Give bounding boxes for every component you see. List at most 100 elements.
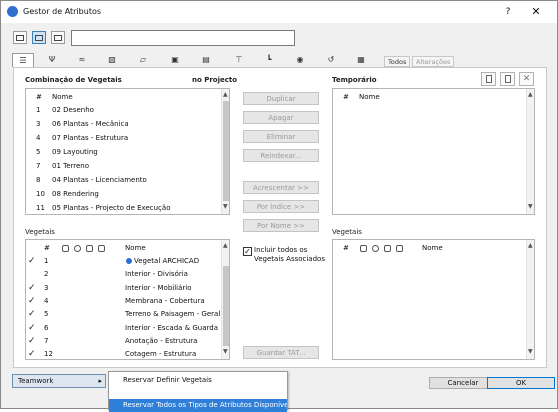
help-button[interactable]: ? [499, 3, 517, 21]
right-eye-icon [372, 245, 379, 252]
view-split-icon[interactable] [32, 31, 46, 44]
temporary-scrollbar[interactable]: ▲ ▼ [526, 89, 534, 214]
temp-col-num-header: # [343, 93, 349, 101]
right-intersection-icon [396, 245, 403, 252]
close-button[interactable]: ✕ [519, 3, 553, 21]
combination-title: Combinação de Vegetais [25, 76, 122, 84]
layer-row[interactable]: Anotação - Estrutura [125, 335, 197, 348]
visible-check-icon[interactable]: ✓ [28, 349, 36, 359]
combination-row-index: 10 [36, 190, 45, 198]
right-layers-col-name-header: Nome [422, 244, 443, 252]
col-num-header: # [36, 93, 42, 101]
combination-row-index: 1 [36, 106, 41, 114]
include-associated-checkbox[interactable]: ✓ [243, 247, 252, 256]
combination-list[interactable]: # Nome 1 02 Desenho 3 06 Plantas - Mecânica… [25, 88, 230, 215]
composite-tab-icon[interactable]: ▱ [132, 53, 154, 67]
visible-check-icon[interactable]: ✓ [28, 256, 36, 266]
visible-check-icon[interactable]: ✓ [28, 336, 36, 346]
right-lock-icon [360, 245, 367, 252]
pen-tab-icon[interactable]: Ψ [41, 53, 63, 67]
layer-row-index: 3 [44, 283, 49, 292]
acrescentar-button[interactable]: Acrescentar >> [243, 181, 319, 194]
right-layers-col-num-header: # [343, 244, 349, 252]
profile-tab-icon[interactable]: ▣ [164, 53, 186, 67]
layers-list[interactable]: # Nome ✓ 1 Vegetal ARCHICAD 2 Interior - Div… [25, 239, 230, 360]
eye-icon [74, 245, 81, 252]
layer-row-index: 6 [44, 323, 49, 332]
por-indice-button[interactable]: Por Índice >> [243, 200, 319, 213]
in-project-label: no Projecto [192, 76, 238, 84]
alteracoes-tab[interactable]: Alterações [412, 56, 455, 67]
teamwork-menu: Reservar Definir Vegetais Reservar Todos… [108, 371, 288, 412]
por-nome-button[interactable]: Por Nome >> [243, 219, 319, 232]
teamwork-button[interactable]: Teamwork ▸ [12, 374, 106, 388]
surface-tab-icon[interactable]: ⊤ [228, 53, 250, 67]
ok-button[interactable]: OK [487, 377, 555, 389]
layer-row-index: 5 [44, 310, 49, 319]
duplicar-button[interactable]: Duplicar [243, 92, 319, 105]
combination-row[interactable]: 02 Desenho [52, 104, 94, 117]
combination-row-index: 8 [36, 176, 41, 184]
combination-row[interactable]: 09 Layouting [52, 146, 98, 159]
layer-row[interactable]: Interior - Escada & Guarda [125, 322, 218, 335]
menu-reserve-all[interactable]: Reservar Todos os Tipos de Atributos Dis… [109, 399, 287, 412]
combination-row[interactable]: 08 Rendering [52, 188, 99, 201]
layer-row-index: 7 [44, 336, 49, 345]
combination-row[interactable]: 06 Plantas - Mecânica [52, 118, 129, 131]
combination-row[interactable]: 07 Plantas - Estrutura [52, 132, 128, 145]
building-material-tab-icon[interactable]: ▤ [195, 53, 217, 67]
layer-row-index: 12 [44, 350, 53, 359]
visible-check-icon[interactable]: ✓ [28, 296, 36, 306]
intersection-icon [98, 245, 105, 252]
combination-row-index: 5 [36, 148, 41, 156]
temporary-list[interactable]: # Nome ▲ ▼ [332, 88, 535, 215]
eliminar-button[interactable]: Eliminar [243, 130, 319, 143]
delete-attribute-icon[interactable]: ✕ [519, 72, 534, 86]
apagar-button[interactable]: Apagar [243, 111, 319, 124]
combination-row-index: 3 [36, 120, 41, 128]
layers-scrollbar[interactable]: ▲ ▼ [221, 240, 229, 359]
guardar-tat-button[interactable]: Guardar TAT... [243, 346, 319, 359]
new-attribute-icon[interactable] [481, 72, 496, 86]
view-detail-icon[interactable] [51, 31, 65, 44]
visible-check-icon[interactable]: ✓ [28, 283, 36, 293]
globe-tab-icon[interactable]: ◉ [289, 53, 311, 67]
layer-row[interactable]: Cotagem - Estrutura [125, 348, 196, 359]
right-wireframe-icon [384, 245, 391, 252]
layer-row[interactable]: Terreno & Paisagem - Geral [125, 308, 220, 321]
right-layers-scrollbar[interactable]: ▲ ▼ [526, 240, 534, 359]
combination-scrollbar[interactable]: ▲ ▼ [221, 89, 229, 214]
visible-check-icon[interactable]: ✓ [28, 323, 36, 333]
layer-combination-tab-icon[interactable]: ☰ [12, 53, 34, 67]
global-layer-icon [126, 258, 132, 264]
temporary-title: Temporário [332, 76, 377, 84]
fill-tab-icon[interactable]: ▧ [101, 53, 123, 67]
view-list-icon[interactable] [13, 31, 27, 44]
layer-row[interactable]: Interior - Divisória [125, 268, 188, 281]
mep-tab-icon[interactable]: ↺ [320, 53, 342, 67]
right-layers-list[interactable]: # Nome ▲ ▼ [332, 239, 535, 360]
layer-row[interactable]: Interior - Mobiliário [125, 282, 192, 295]
submenu-arrow-icon: ▸ [98, 377, 102, 385]
combination-row[interactable]: 04 Plantas - Licenciamento [52, 174, 147, 187]
wireframe-icon [86, 245, 93, 252]
layer-row-index: 1 [44, 257, 49, 265]
layer-row[interactable]: Membrana - Cobertura [125, 295, 205, 308]
layer-row[interactable]: Vegetal ARCHICAD [134, 255, 199, 268]
title-bar: Gestor de Atributos ? ✕ [1, 1, 557, 23]
combination-row[interactable]: 05 Plantas - Projecto de Execução [52, 202, 170, 214]
reindexar-button[interactable]: Reindexar... [243, 149, 319, 162]
markup-tab-icon[interactable]: ▦ [350, 53, 372, 67]
col-name-header: Nome [52, 93, 73, 101]
window-title: Gestor de Atributos [23, 7, 102, 16]
layers-title: Vegetais [25, 228, 55, 236]
search-input[interactable] [71, 30, 295, 46]
line-type-tab-icon[interactable]: ≈ [71, 53, 93, 67]
combination-row-index: 4 [36, 134, 41, 142]
menu-reserve-layers[interactable]: Reservar Definir Vegetais [109, 374, 287, 387]
zone-category-tab-icon[interactable]: ┗ [258, 53, 280, 67]
todos-tab[interactable]: Todos [384, 56, 411, 67]
copy-attribute-icon[interactable] [500, 72, 515, 86]
visible-check-icon[interactable]: ✓ [28, 309, 36, 319]
combination-row[interactable]: 01 Terreno [52, 160, 89, 173]
